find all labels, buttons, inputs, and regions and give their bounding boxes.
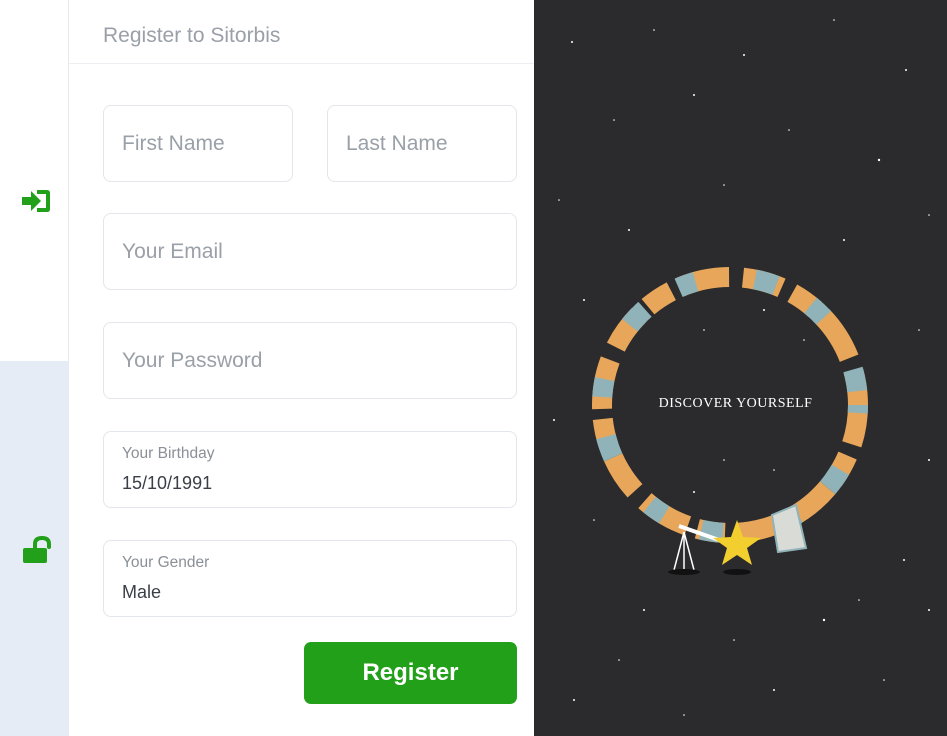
gender-label: Your Gender — [122, 554, 210, 571]
email-field[interactable]: Your Email — [103, 213, 517, 290]
sign-in-icon[interactable] — [20, 187, 52, 215]
gender-value: Male — [122, 582, 162, 602]
birthday-field[interactable]: Your Birthday 15/10/1991 — [103, 431, 517, 508]
register-panel: Register to Sitorbis First Name Last Nam… — [69, 0, 534, 736]
password-field[interactable]: Your Password — [103, 322, 517, 399]
panel-header: Register to Sitorbis — [69, 0, 534, 64]
starfield-illustration — [553, 19, 930, 716]
last-name-field[interactable]: Last Name — [327, 105, 517, 182]
gender-field[interactable]: Your Gender Male — [103, 540, 517, 617]
illustration-caption: DISCOVER YOURSELF — [658, 396, 813, 411]
ring-gap — [716, 445, 742, 459]
unlock-icon[interactable] — [22, 536, 56, 566]
email-placeholder: Your Email — [122, 240, 223, 263]
register-button[interactable]: Register — [304, 642, 517, 704]
first-name-placeholder: First Name — [122, 132, 225, 155]
illustration-panel: DISCOVER YOURSELF — [534, 0, 947, 736]
birthday-value: 15/10/1991 — [122, 473, 213, 493]
last-name-placeholder: Last Name — [346, 132, 448, 155]
password-placeholder: Your Password — [122, 349, 263, 372]
page-title: Register to Sitorbis — [103, 24, 281, 47]
sidebar-top — [0, 0, 69, 361]
birthday-label: Your Birthday — [122, 445, 215, 462]
first-name-field[interactable]: First Name — [103, 105, 293, 182]
